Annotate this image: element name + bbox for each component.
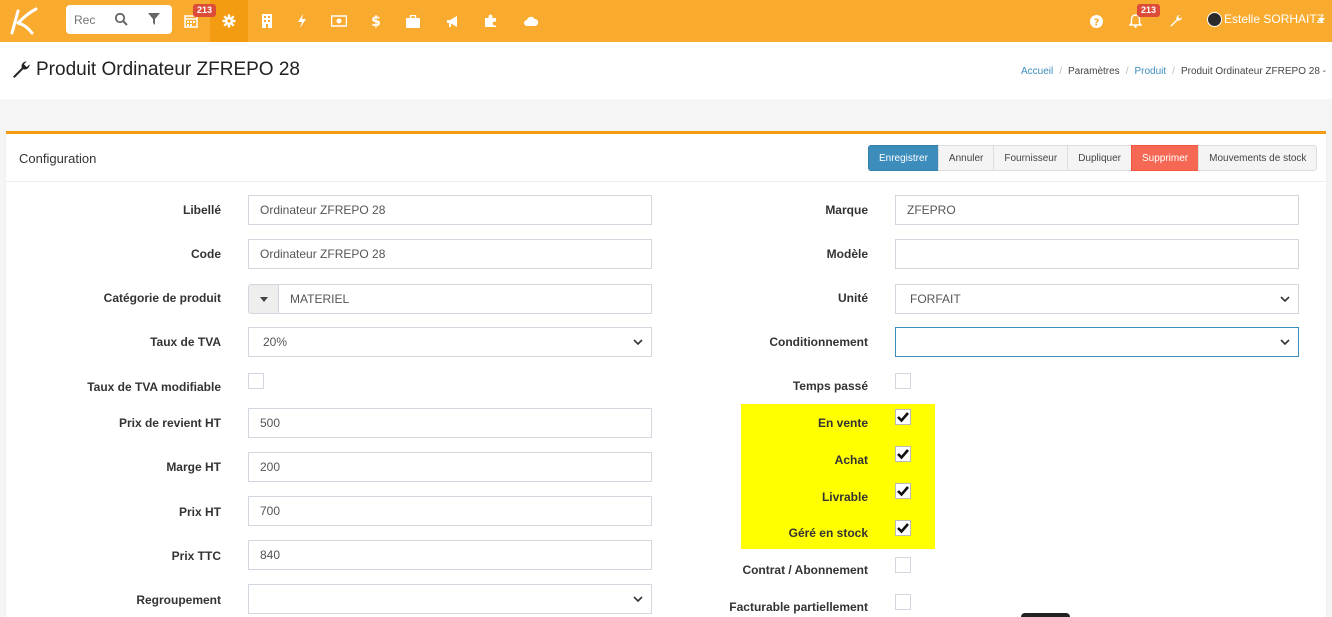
code-field[interactable]: Ordinateur ZFREPO 28	[248, 239, 652, 269]
time-spent-checkbox[interactable]	[895, 373, 911, 389]
box-title: Configuration	[19, 151, 97, 166]
category-field[interactable]: MATERIEL	[278, 284, 652, 314]
cloud-icon[interactable]	[521, 11, 541, 31]
price-ttc-label: Prix TTC	[171, 549, 221, 563]
checkmark-icon	[897, 412, 909, 423]
stock-managed-label: Géré en stock	[788, 526, 868, 540]
dollar-icon[interactable]: $	[366, 11, 386, 31]
margin-label: Marge HT	[166, 460, 221, 474]
stock-movements-button[interactable]: Mouvements de stock	[1198, 145, 1318, 171]
packaging-label: Conditionnement	[769, 335, 868, 349]
notifications-badge: 213	[1137, 4, 1161, 17]
money-icon[interactable]	[329, 11, 349, 31]
model-label: Modèle	[826, 247, 868, 261]
model-field[interactable]	[895, 239, 1299, 269]
vat-editable-checkbox[interactable]	[248, 373, 264, 389]
chevron-down-icon	[1280, 339, 1290, 346]
breadcrumb-current: Produit Ordinateur ZFREPO 28 -	[1180, 66, 1326, 77]
breadcrumb: Accueil / Paramètres / Produit / Produit Ordin…	[1020, 66, 1326, 77]
save-button[interactable]: Enregistrer	[868, 145, 939, 171]
category-label: Catégorie de produit	[103, 291, 221, 305]
brand-label: Marque	[825, 203, 868, 217]
code-label: Code	[191, 247, 221, 261]
category-dropdown-toggle[interactable]	[248, 284, 279, 314]
briefcase-icon[interactable]	[403, 11, 423, 31]
purchase-label: Achat	[834, 453, 868, 467]
deliverable-checkbox[interactable]	[895, 483, 911, 499]
breadcrumb-home-link[interactable]: Accueil	[1021, 66, 1053, 77]
duplicate-button[interactable]: Dupliquer	[1067, 145, 1132, 171]
page-header: Produit Ordinateur ZFREPO 28 Accueil / Par…	[0, 42, 1332, 99]
unit-select[interactable]: FORFAIT	[895, 284, 1299, 314]
price-ttc-field[interactable]: 840	[248, 540, 652, 570]
chevron-down-icon	[633, 596, 643, 603]
contract-checkbox[interactable]	[895, 557, 911, 573]
breadcrumb-settings: Paramètres	[1068, 66, 1120, 77]
time-spent-label: Temps passé	[792, 379, 868, 393]
unit-selected-value: FORFAIT	[910, 292, 961, 306]
checkmark-icon	[897, 523, 909, 534]
libelle-label: Libellé	[182, 203, 221, 217]
partial-billing-label: Facturable partiellement	[729, 600, 868, 614]
gear-icon[interactable]	[219, 11, 239, 31]
on-sale-label: En vente	[817, 416, 868, 430]
packaging-select[interactable]	[895, 327, 1299, 357]
cost-price-field[interactable]: 500	[248, 408, 652, 438]
logo-icon[interactable]	[8, 5, 40, 37]
brand-field[interactable]: ZFEPRO	[895, 195, 1299, 225]
group-label: Regroupement	[136, 593, 221, 607]
supplier-button[interactable]: Fournisseur	[993, 145, 1069, 171]
help-icon[interactable]: ?	[1086, 11, 1106, 31]
avatar[interactable]	[1207, 12, 1222, 27]
tooltip-edge	[1021, 613, 1070, 617]
vat-label: Taux de TVA	[150, 335, 221, 349]
caret-down-icon	[260, 297, 268, 302]
price-ht-label: Prix HT	[178, 505, 221, 519]
filter-icon[interactable]	[148, 13, 160, 25]
margin-field[interactable]: 200	[248, 452, 652, 482]
wrench-icon[interactable]	[1166, 11, 1186, 31]
search-input[interactable]	[74, 11, 104, 28]
bolt-icon[interactable]	[292, 11, 312, 31]
group-select[interactable]	[248, 584, 652, 614]
search-box	[66, 5, 172, 34]
chevron-down-icon	[633, 339, 643, 346]
box-header: Configuration Enregistrer Annuler Fourni…	[6, 134, 1326, 182]
user-name[interactable]: Estelle SORHAITZ	[1224, 12, 1324, 26]
wrench-icon	[13, 61, 30, 78]
chevron-down-icon	[1280, 296, 1290, 303]
action-buttons: Enregistrer Annuler Fournisseur Duplique…	[868, 145, 1318, 171]
building-icon[interactable]	[257, 11, 277, 31]
megaphone-icon[interactable]	[443, 11, 463, 31]
cost-price-label: Prix de revient HT	[118, 416, 221, 430]
calendar-badge: 213	[193, 4, 217, 17]
deliverable-label: Livrable	[821, 490, 868, 504]
checkmark-icon	[897, 449, 909, 460]
checkmark-icon	[897, 486, 909, 497]
cancel-button[interactable]: Annuler	[937, 145, 995, 171]
puzzle-icon[interactable]	[481, 11, 501, 31]
vat-selected-value: 20%	[263, 335, 288, 349]
caret-down-icon[interactable]	[1318, 18, 1325, 23]
vat-editable-label: Taux de TVA modifiable	[87, 380, 221, 394]
libelle-field[interactable]: Ordinateur ZFREPO 28	[248, 195, 652, 225]
svg-text:$: $	[371, 14, 381, 29]
page-title: Produit Ordinateur ZFREPO 28	[36, 59, 300, 80]
top-navbar: 213 $ ? 213 Estelle SORHAITZ	[0, 0, 1332, 42]
stock-managed-checkbox[interactable]	[895, 520, 911, 536]
search-icon[interactable]	[114, 12, 128, 26]
breadcrumb-product-link[interactable]: Produit	[1134, 66, 1166, 77]
partial-billing-checkbox[interactable]	[895, 594, 911, 610]
vat-select[interactable]: 20%	[248, 327, 652, 357]
unit-label: Unité	[838, 291, 868, 305]
delete-button[interactable]: Supprimer	[1131, 145, 1200, 171]
svg-text:?: ?	[1093, 17, 1099, 28]
price-ht-field[interactable]: 700	[248, 496, 652, 526]
purchase-checkbox[interactable]	[895, 446, 911, 462]
on-sale-checkbox[interactable]	[895, 409, 911, 425]
contract-label: Contrat / Abonnement	[742, 563, 868, 577]
